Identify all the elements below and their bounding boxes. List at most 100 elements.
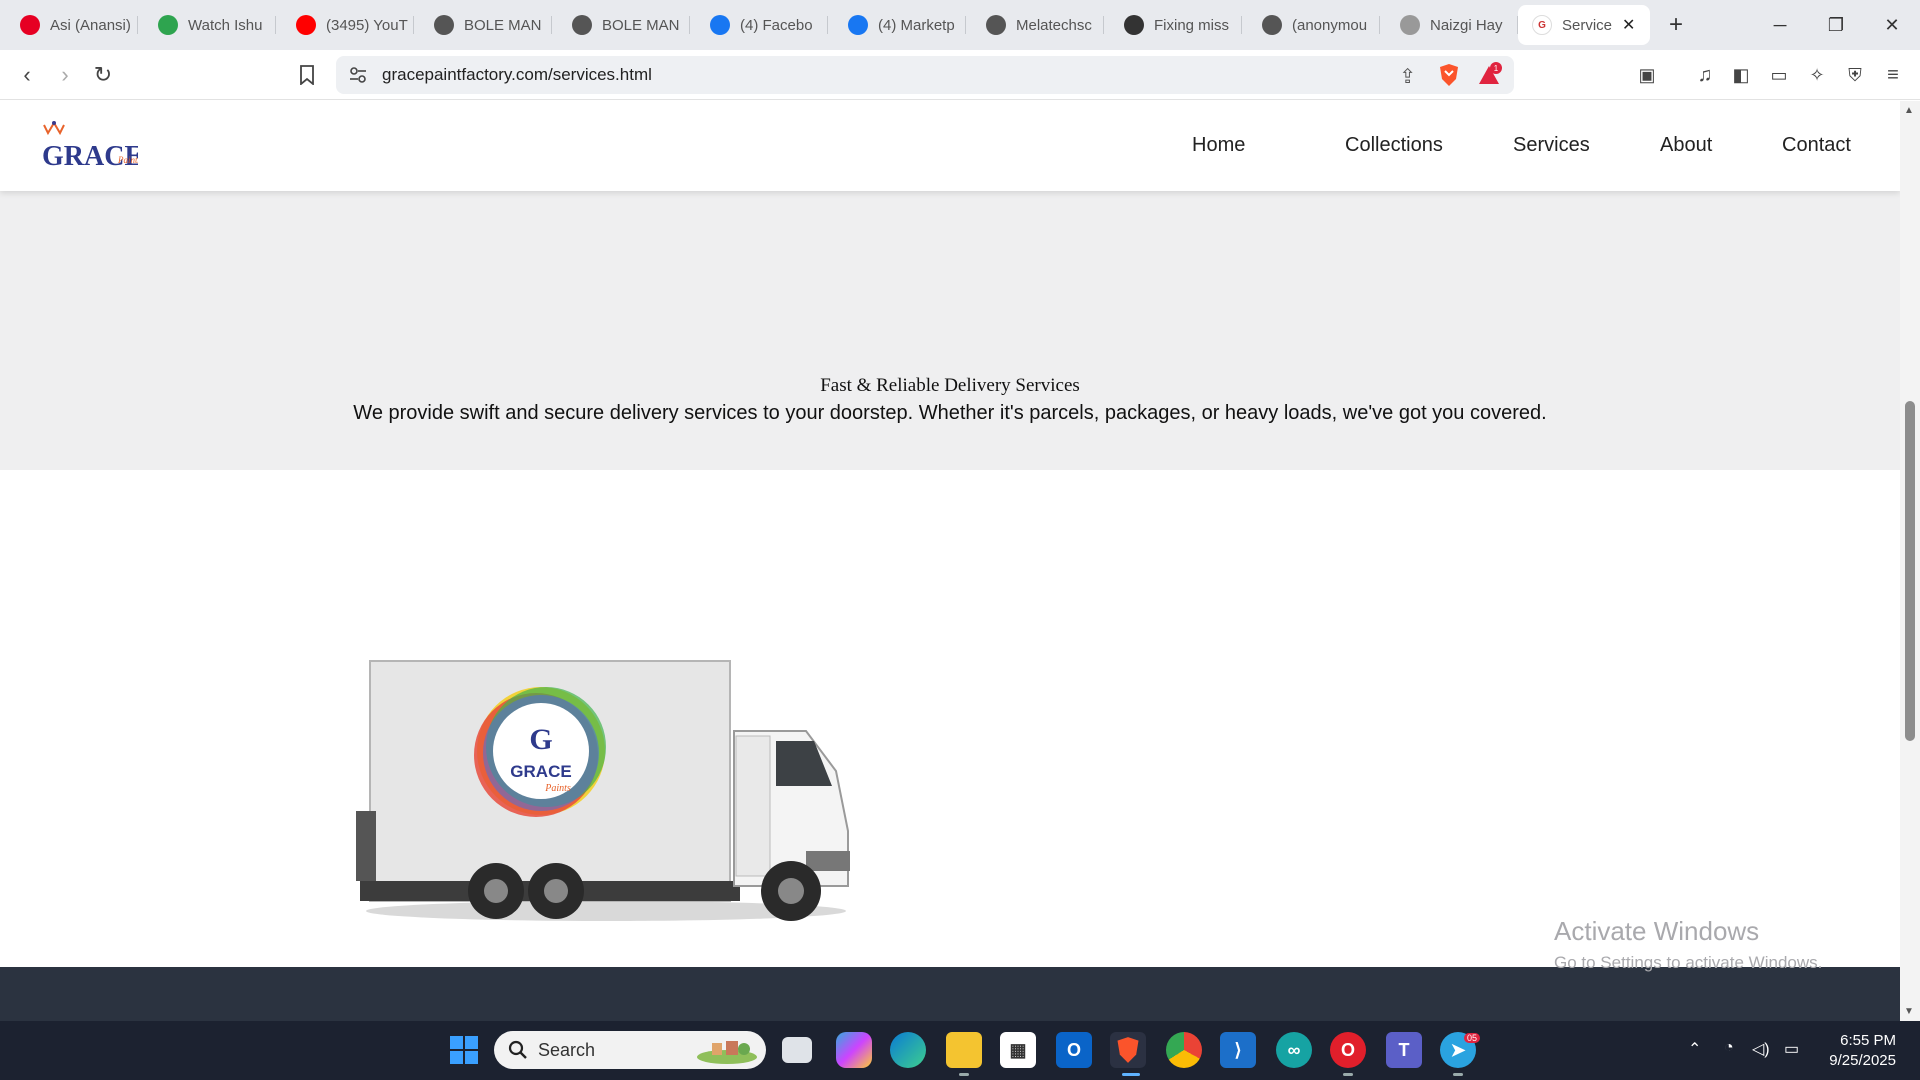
share-icon[interactable]: ⇪ bbox=[1399, 64, 1416, 89]
nav-about[interactable]: About bbox=[1660, 134, 1712, 157]
site-settings-icon[interactable] bbox=[348, 65, 368, 85]
vpn-icon[interactable]: ⛨ bbox=[1840, 60, 1870, 90]
arduino-icon[interactable]: ∞ bbox=[1276, 1032, 1312, 1068]
tab-title: Naizgi Hay bbox=[1430, 16, 1503, 34]
menu-icon[interactable]: ≡ bbox=[1878, 60, 1908, 90]
watermark-subtitle: Go to Settings to activate Windows. bbox=[1554, 953, 1823, 972]
close-window-button[interactable]: ✕ bbox=[1864, 0, 1920, 50]
telegram-running-indicator bbox=[1453, 1073, 1463, 1076]
search-icon bbox=[508, 1040, 527, 1059]
url-text[interactable]: gracepaintfactory.com/services.html bbox=[382, 65, 652, 85]
taskbar-search-box[interactable]: Search bbox=[494, 1031, 766, 1069]
globe-icon bbox=[1262, 15, 1282, 35]
window-controls: ─ ❐ ✕ bbox=[1752, 0, 1920, 50]
restore-button[interactable]: ❐ bbox=[1808, 0, 1864, 50]
explorer-running-indicator bbox=[959, 1073, 969, 1076]
brave-rewards-icon[interactable]: 1 bbox=[1476, 62, 1502, 88]
leo-ai-icon[interactable]: ✧ bbox=[1802, 60, 1832, 90]
browser-tab-strip: Asi (Anansi) Watch Ishu (3495) YouT BOLE MA… bbox=[0, 0, 1920, 50]
tab-title: Melatechsc bbox=[1016, 16, 1092, 34]
nav-home[interactable]: Home bbox=[1192, 134, 1245, 157]
wifi-icon[interactable]: ◔ bbox=[1724, 1039, 1734, 1057]
clock-date: 9/25/2025 bbox=[1829, 1052, 1896, 1069]
opera-running-indicator bbox=[1343, 1073, 1353, 1076]
youtube-icon bbox=[296, 15, 316, 35]
scroll-down-icon[interactable]: ▼ bbox=[1904, 1006, 1914, 1017]
page-icon bbox=[1400, 15, 1420, 35]
show-hidden-icons-icon[interactable]: ⌃ bbox=[1688, 1039, 1701, 1059]
service-description: We provide swift and secure delivery ser… bbox=[353, 402, 1547, 424]
new-tab-button[interactable]: + bbox=[1656, 5, 1696, 45]
page-viewport: GRACE Paints Home Collections Services A… bbox=[0, 101, 1900, 1021]
tab-title: BOLE MAN bbox=[602, 16, 680, 34]
sidebar-icon[interactable]: ◧ bbox=[1726, 60, 1756, 90]
browser-tab[interactable]: Fixing miss bbox=[1104, 0, 1242, 50]
truck-logo-text: GRACE bbox=[510, 762, 571, 781]
grace-paints-logo[interactable]: GRACE Paints bbox=[28, 119, 138, 175]
brave-shields-icon[interactable] bbox=[1438, 63, 1460, 87]
microsoft-store-icon[interactable]: ▦ bbox=[1000, 1032, 1036, 1068]
tab-active-services[interactable]: G Service ✕ bbox=[1518, 5, 1650, 45]
bookmark-icon[interactable] bbox=[292, 60, 322, 90]
hero-band bbox=[0, 191, 1900, 470]
windows-activation-watermark: Activate Windows Go to Settings to activ… bbox=[1554, 916, 1822, 973]
scrollbar-thumb[interactable] bbox=[1905, 401, 1915, 741]
system-clock[interactable]: 6:55 PM 9/25/2025 bbox=[1829, 1031, 1896, 1071]
browser-tab[interactable]: Watch Ishu bbox=[138, 0, 276, 50]
nav-contact[interactable]: Contact bbox=[1782, 134, 1851, 157]
brave-running-indicator bbox=[1122, 1073, 1140, 1076]
tab-title: (4) Marketp bbox=[878, 16, 955, 34]
tab-title: Watch Ishu bbox=[188, 16, 263, 34]
tab-title: Fixing miss bbox=[1154, 16, 1230, 34]
browser-tab[interactable]: Naizgi Hay bbox=[1380, 0, 1518, 50]
vscode-icon[interactable]: ⟩ bbox=[1220, 1032, 1256, 1068]
telegram-badge: 05 bbox=[1464, 1033, 1481, 1043]
browser-toolbar: ‹ › ↻ gracepaintfactory.com/services.htm… bbox=[0, 50, 1920, 100]
facebook-icon bbox=[710, 15, 730, 35]
tab-title: BOLE MAN bbox=[464, 16, 542, 34]
wallet-icon[interactable]: ▭ bbox=[1764, 60, 1794, 90]
reload-icon[interactable]: ↻ bbox=[88, 60, 118, 90]
search-placeholder: Search bbox=[538, 1039, 596, 1060]
back-arrow-icon[interactable]: ‹ bbox=[12, 60, 42, 90]
task-view-icon[interactable] bbox=[782, 1037, 812, 1063]
edge-icon[interactable] bbox=[890, 1032, 926, 1068]
globe-icon bbox=[986, 15, 1006, 35]
browser-tab[interactable]: BOLE MAN bbox=[414, 0, 552, 50]
browser-tab[interactable]: (4) Facebo bbox=[690, 0, 828, 50]
tab-title: (3495) YouT bbox=[326, 16, 408, 34]
reader-mode-icon[interactable]: ▣ bbox=[1632, 60, 1662, 90]
browser-tab[interactable]: (anonymou bbox=[1242, 0, 1380, 50]
browser-tab[interactable]: (4) Marketp bbox=[828, 0, 966, 50]
browser-tab[interactable]: (3495) YouT bbox=[276, 0, 414, 50]
windows-start-icon[interactable] bbox=[446, 1032, 482, 1068]
nav-services[interactable]: Services bbox=[1513, 134, 1590, 157]
minimize-button[interactable]: ─ bbox=[1752, 0, 1808, 50]
scroll-up-icon[interactable]: ▲ bbox=[1904, 105, 1914, 116]
forward-arrow-icon[interactable]: › bbox=[50, 60, 80, 90]
copilot-icon[interactable] bbox=[836, 1032, 872, 1068]
address-bar[interactable]: gracepaintfactory.com/services.html ⇪ 1 bbox=[336, 56, 1514, 94]
browser-tab[interactable]: BOLE MAN bbox=[552, 0, 690, 50]
play-icon bbox=[158, 15, 178, 35]
browser-tab[interactable]: Asi (Anansi) bbox=[0, 0, 138, 50]
close-tab-icon[interactable]: ✕ bbox=[1622, 15, 1635, 35]
watermark-title: Activate Windows bbox=[1554, 916, 1760, 946]
truck-logo-subtext: Paints bbox=[544, 783, 571, 794]
delivery-truck-image: G GRACE Paints bbox=[356, 660, 850, 921]
file-explorer-icon[interactable] bbox=[946, 1032, 982, 1068]
browser-tab[interactable]: Melatechsc bbox=[966, 0, 1104, 50]
openai-icon bbox=[1124, 15, 1144, 35]
brave-taskbar-icon[interactable] bbox=[1110, 1032, 1146, 1068]
media-icon[interactable]: ♫ bbox=[1690, 60, 1720, 90]
battery-icon[interactable]: ▭ bbox=[1784, 1039, 1799, 1059]
windows-taskbar: Search ▦ O ⟩ ∞ O T ➤ 05 ⌃ ◔ ◁) ▭ 6:55 PM… bbox=[0, 1021, 1920, 1080]
outlook-icon[interactable]: O bbox=[1056, 1032, 1092, 1068]
chrome-icon[interactable] bbox=[1166, 1032, 1202, 1068]
search-highlight-icon bbox=[697, 1041, 757, 1064]
page-scrollbar[interactable]: ▲ ▼ bbox=[1900, 101, 1920, 1021]
opera-icon[interactable]: O bbox=[1330, 1032, 1366, 1068]
volume-icon[interactable]: ◁) bbox=[1752, 1039, 1770, 1059]
nav-collections[interactable]: Collections bbox=[1345, 134, 1443, 157]
teams-icon[interactable]: T bbox=[1386, 1032, 1422, 1068]
